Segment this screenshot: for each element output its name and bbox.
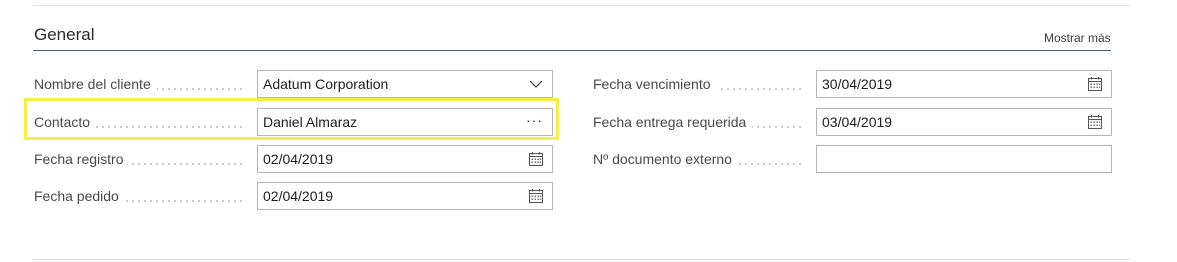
chevron-down-icon[interactable]: [528, 76, 544, 92]
section-title: General: [34, 25, 95, 44]
calendar-icon[interactable]: [1087, 114, 1103, 130]
field-label-text: Fecha registro: [34, 151, 130, 167]
field-label: Fecha vencimiento: [593, 70, 805, 98]
top-divider: [33, 5, 1130, 6]
calendar-icon[interactable]: [528, 188, 544, 204]
field-label: Fecha registro: [34, 145, 246, 173]
field-label: Nº documento externo: [593, 145, 805, 173]
calendar-icon[interactable]: [528, 151, 544, 167]
registration-date-value: 02/04/2019: [263, 151, 334, 167]
field-label: Fecha pedido: [34, 182, 246, 210]
field-label-text: Nombre del cliente: [34, 76, 157, 92]
due-date-input[interactable]: 30/04/2019: [816, 70, 1112, 98]
field-label-text: Fecha vencimiento: [593, 76, 717, 92]
bottom-divider: [33, 259, 1130, 260]
field-row-customer-name: Nombre del cliente Adatum Corporation: [34, 70, 553, 98]
external-document-no-input[interactable]: [816, 145, 1112, 173]
requested-delivery-date-value: 03/04/2019: [822, 114, 893, 130]
registration-date-input[interactable]: 02/04/2019: [257, 145, 553, 173]
field-label-text: Fecha pedido: [34, 188, 125, 204]
field-label: Nombre del cliente: [34, 70, 246, 98]
order-date-input[interactable]: 02/04/2019: [257, 182, 553, 210]
field-row-external-document-no: Nº documento externo: [593, 145, 1112, 173]
field-row-requested-delivery-date: Fecha entrega requerida 03/04/2019: [593, 108, 1112, 136]
field-row-registration-date: Fecha registro 02/04/2019: [34, 145, 553, 173]
field-row-due-date: Fecha vencimiento 30/04/2019: [593, 70, 1112, 98]
show-more-link[interactable]: Mostrar más: [1044, 31, 1111, 45]
field-label-text: Fecha entrega requerida: [593, 114, 753, 130]
customer-name-value: Adatum Corporation: [263, 76, 389, 92]
field-label-text: Nº documento externo: [593, 151, 738, 167]
customer-name-dropdown[interactable]: Adatum Corporation: [257, 70, 553, 98]
calendar-icon[interactable]: [1087, 76, 1103, 92]
due-date-value: 30/04/2019: [822, 76, 893, 92]
field-row-order-date: Fecha pedido 02/04/2019: [34, 182, 553, 210]
field-label-text: Contacto: [34, 114, 97, 130]
contact-highlight-box: [24, 98, 559, 140]
order-date-value: 02/04/2019: [263, 188, 334, 204]
requested-delivery-date-input[interactable]: 03/04/2019: [816, 108, 1112, 136]
section-header-rule: [33, 50, 1111, 51]
field-label: Fecha entrega requerida: [593, 108, 805, 136]
